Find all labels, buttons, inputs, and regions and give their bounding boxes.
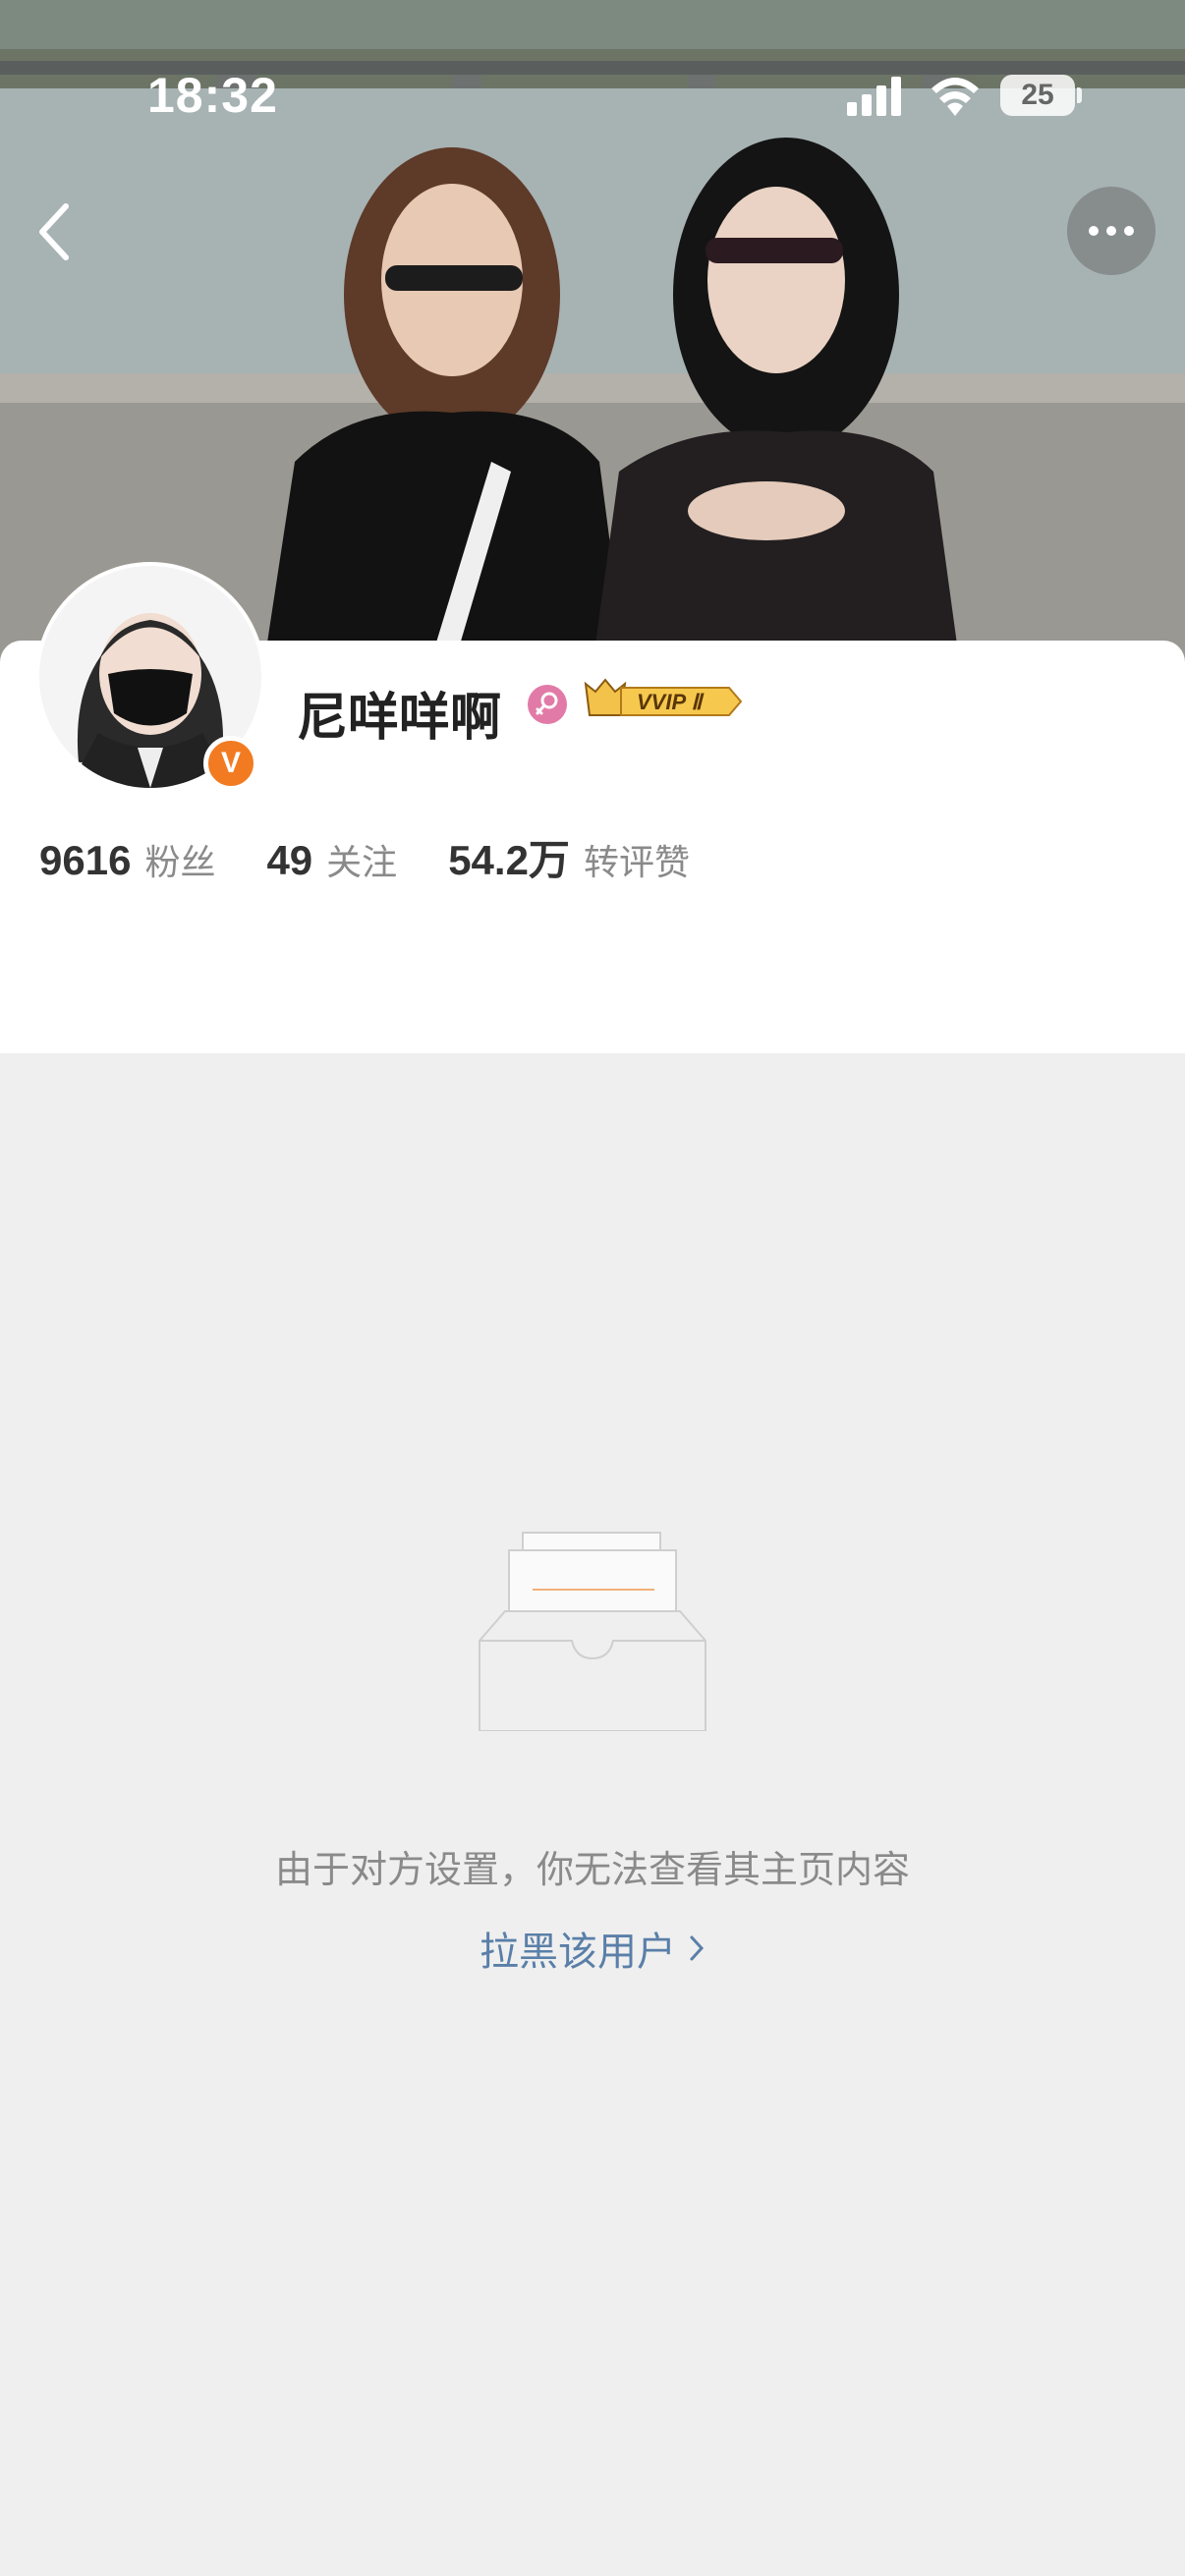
stat-value: 49 — [266, 837, 313, 883]
back-button[interactable] — [22, 193, 86, 271]
block-user-label: 拉黑该用户 — [480, 1930, 676, 1975]
stat-value: 9616 — [39, 837, 132, 883]
stat-label: 转评赞 — [583, 843, 690, 883]
battery-nub — [1077, 87, 1082, 103]
stat-value: 54.2万 — [448, 837, 570, 883]
female-icon — [528, 685, 567, 724]
status-bar: 18:32 25 — [0, 0, 1185, 187]
signal-icon — [847, 77, 901, 116]
more-icon — [1089, 226, 1099, 236]
battery-icon: 25 — [1000, 75, 1075, 116]
wifi-icon — [931, 78, 979, 116]
stats-row: 9616 粉丝 49 关注 54.2万 转评赞 — [39, 827, 741, 886]
verified-badge: V — [203, 736, 258, 791]
username: 尼咩咩啊 — [297, 689, 502, 748]
stat-fans[interactable]: 9616 粉丝 — [39, 834, 215, 885]
vip-badge[interactable]: VVIP Ⅱ — [582, 678, 745, 725]
stat-label: 粉丝 — [144, 843, 216, 883]
status-time: 18:32 — [147, 68, 278, 123]
block-user-link[interactable]: 拉黑该用户 — [0, 1920, 1185, 1977]
stat-interactions[interactable]: 54.2万 转评赞 — [448, 827, 690, 887]
vip-label: VVIP Ⅱ — [637, 690, 705, 714]
more-icon-dot — [1124, 226, 1134, 236]
empty-box-icon — [479, 1532, 706, 1731]
back-arrow-icon — [39, 203, 69, 260]
more-button[interactable] — [1067, 187, 1156, 275]
stat-label: 关注 — [326, 843, 398, 883]
more-icon-dot — [1106, 226, 1116, 236]
chevron-right-icon — [688, 1933, 705, 1963]
stat-following[interactable]: 49 关注 — [266, 834, 397, 885]
empty-state-message: 由于对方设置，你无法查看其主页内容 — [274, 1848, 910, 1891]
